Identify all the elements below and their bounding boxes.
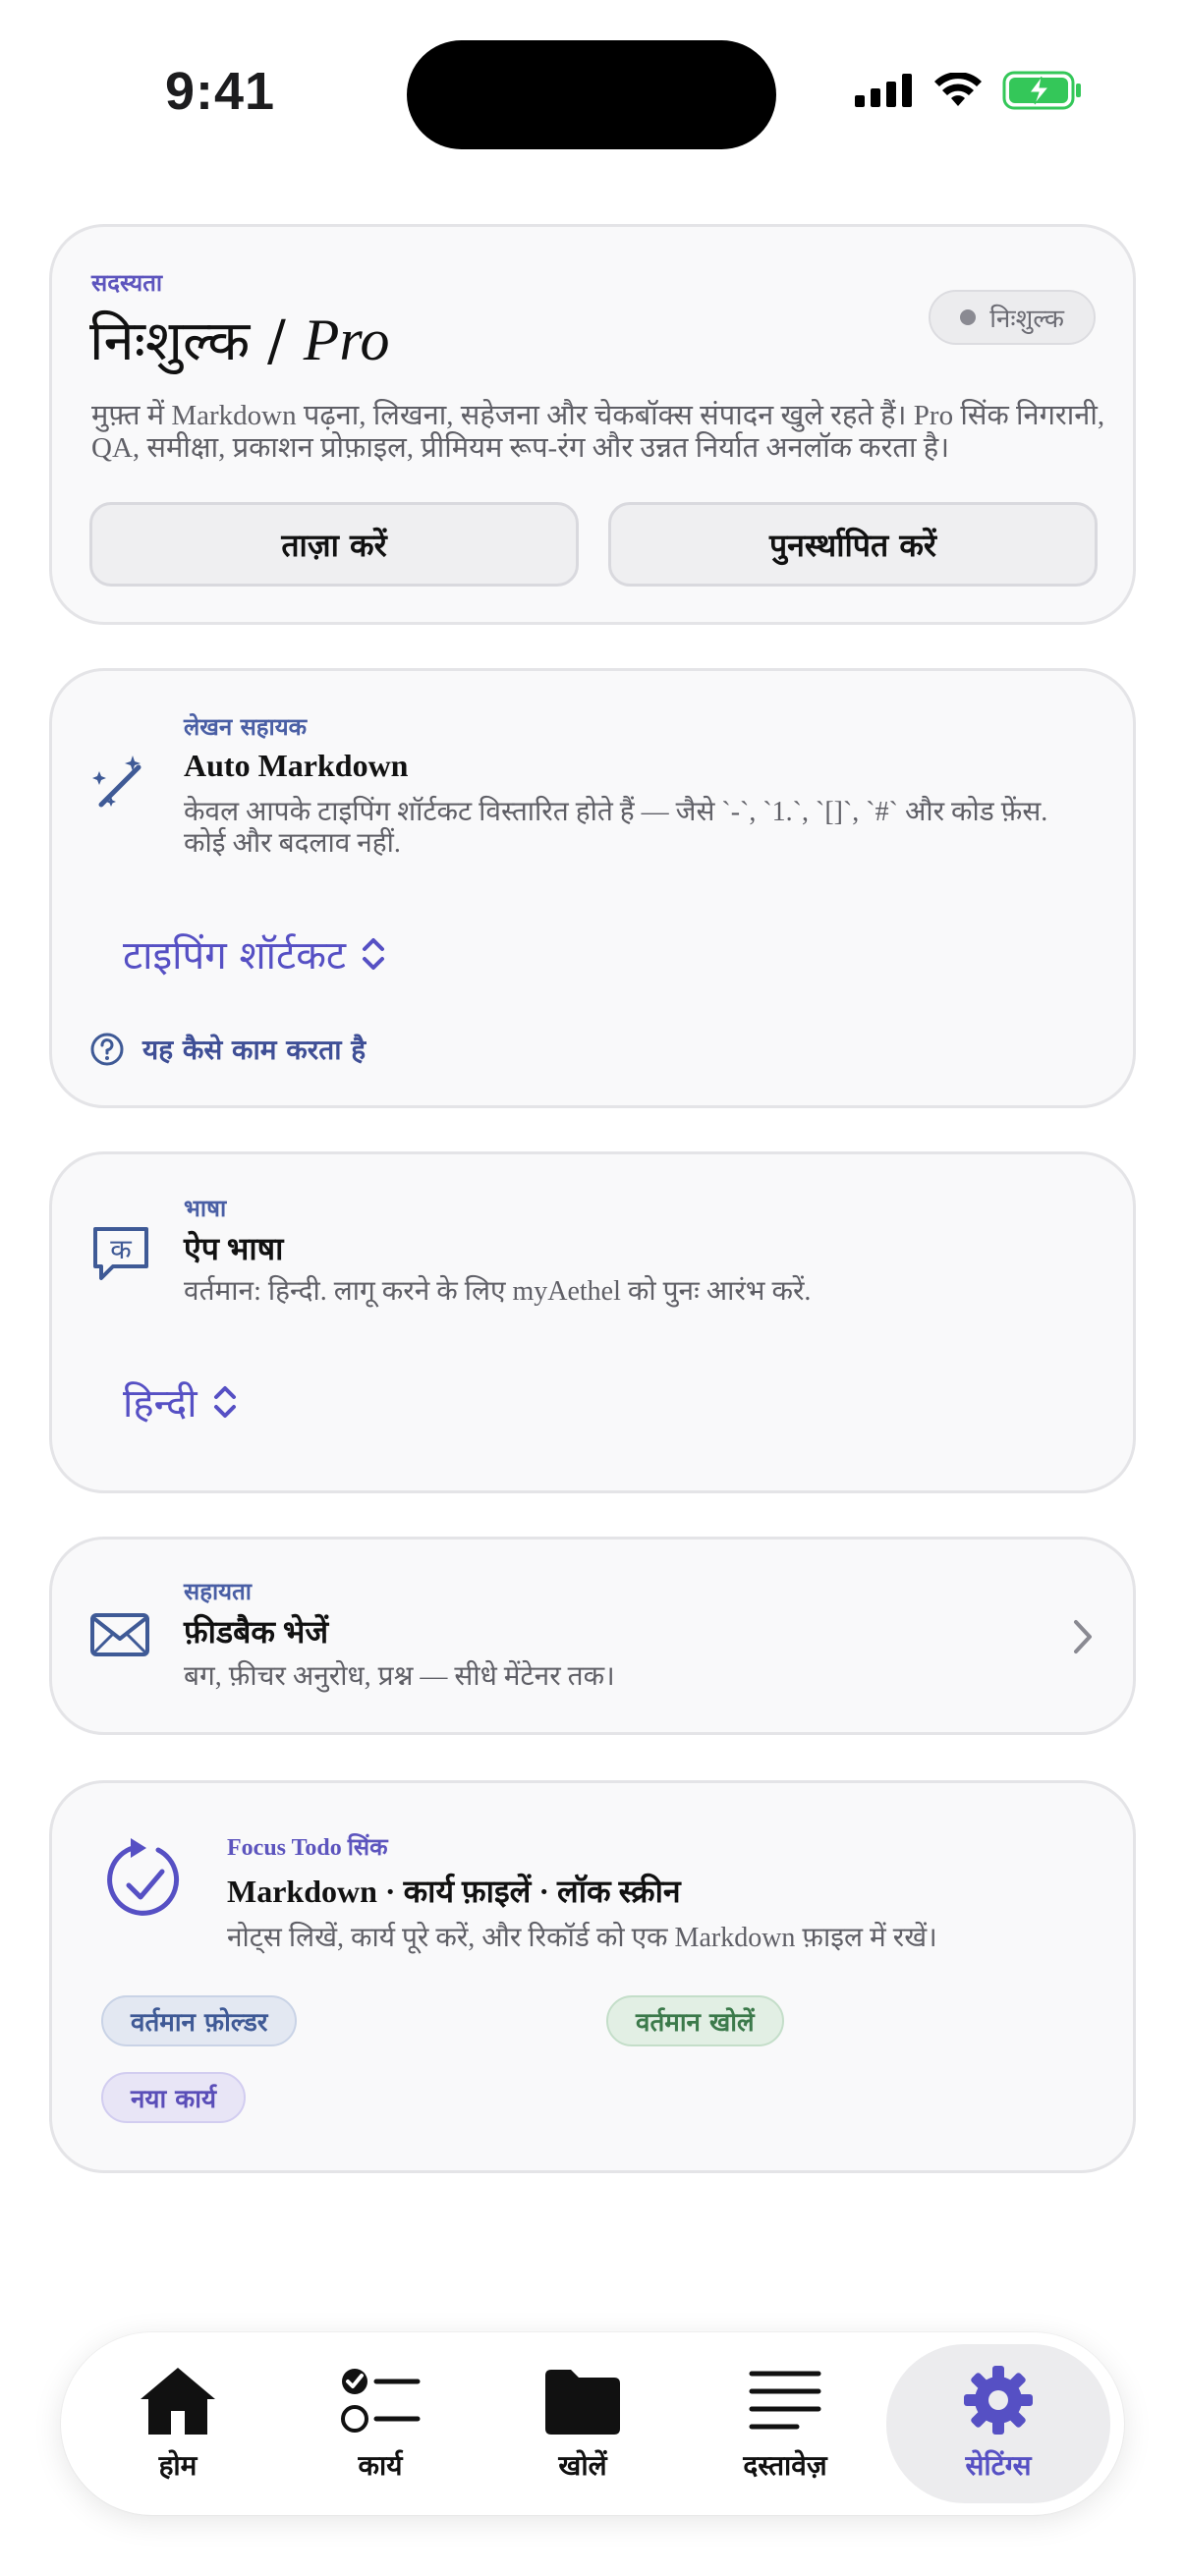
- envelope-icon: [90, 1613, 149, 1656]
- help-eyebrow: सहायता: [184, 1578, 252, 1605]
- language-icon-glyph: क: [110, 1233, 132, 1265]
- language-picker[interactable]: हिन्दी: [123, 1374, 239, 1428]
- chevron-up-down-icon: [213, 1385, 236, 1418]
- tab-documents[interactable]: दस्तावेज़: [684, 2332, 886, 2515]
- feedback-title: फ़ीडबैक भेजें: [184, 1614, 329, 1650]
- wifi-icon: [934, 73, 982, 106]
- status-icons: [855, 71, 1083, 110]
- tab-open-label: खोलें: [558, 2449, 607, 2482]
- subscription-eyebrow: सदस्यता: [91, 271, 163, 297]
- language-eyebrow: भाषा: [184, 1195, 227, 1222]
- status-bar: 9:41: [0, 0, 1185, 167]
- writing-description: केवल आपके टाइपिंग शॉर्टकट विस्तारित होते…: [184, 797, 1048, 859]
- question-circle-icon: [90, 1033, 124, 1066]
- feedback-description: बग, फ़ीचर अनुरोध, प्रश्न — सीधे मेंटेनर …: [184, 1661, 615, 1692]
- restore-purchases-button[interactable]: पुनर्स्थापित करें: [608, 502, 1098, 587]
- tab-home[interactable]: होम: [77, 2332, 279, 2515]
- chevron-right-icon: [1074, 1620, 1092, 1653]
- subscription-title: निःशुल्क / Pro: [89, 302, 390, 376]
- tab-documents-label: दस्तावेज़: [743, 2449, 827, 2482]
- folder-icon: [545, 2370, 620, 2435]
- tab-home-label: होम: [158, 2449, 198, 2482]
- status-time: 9:41: [165, 62, 276, 121]
- house-icon: [141, 2368, 215, 2435]
- checklist-icon: [341, 2369, 421, 2433]
- language-title: ऐप भाषा: [184, 1231, 284, 1266]
- tab-settings-label: सेटिंग्स: [965, 2449, 1032, 2482]
- current-folder-chip[interactable]: वर्तमान फ़ोल्डर: [101, 1995, 298, 2046]
- subscription-description: मुफ़्त में Markdown पढ़ना, लिखना, सहेजना…: [91, 400, 1105, 464]
- subscription-title-plan: निःशुल्क /: [89, 309, 304, 373]
- language-picker-value: हिन्दी: [123, 1381, 198, 1427]
- battery-icon: [1002, 71, 1081, 110]
- focus-todo-sync-card: Focus Todo सिंक Markdown · कार्य फ़ाइलें…: [49, 1780, 1136, 2173]
- open-current-chip[interactable]: वर्तमान खोलें: [606, 1995, 784, 2046]
- tab-open[interactable]: खोलें: [481, 2332, 684, 2515]
- signal-icon: [855, 74, 912, 107]
- language-description: वर्तमान: हिन्दी. लागू करने के लिए myAeth…: [184, 1276, 812, 1307]
- tab-tasks[interactable]: कार्य: [279, 2332, 481, 2515]
- sync-check-icon: [107, 1838, 180, 1916]
- plan-status-badge: निःशुल्क: [929, 290, 1096, 345]
- writing-eyebrow: लेखन सहायक: [184, 713, 308, 741]
- typing-shortcut-picker[interactable]: टाइपिंग शॉर्टकट: [123, 926, 387, 980]
- focus-sync-title: Markdown · कार्य फ़ाइलें · लॉक स्क्रीन: [227, 1874, 681, 1909]
- new-task-chip[interactable]: नया कार्य: [101, 2072, 247, 2123]
- language-card: क भाषा ऐप भाषा वर्तमान: हिन्दी. लागू करन…: [49, 1151, 1136, 1493]
- chevron-up-down-icon: [363, 937, 385, 970]
- how-it-works-link[interactable]: यह कैसे काम करता है: [89, 1031, 366, 1068]
- how-it-works-label: यह कैसे काम करता है: [142, 1034, 367, 1066]
- tab-bar: होम कार्य खोलें दस्तावेज़ सेटिंग्स: [61, 2332, 1124, 2515]
- tab-settings[interactable]: सेटिंग्स: [886, 2344, 1110, 2503]
- gear-icon: [964, 2366, 1033, 2435]
- refresh-button[interactable]: ताज़ा करें: [89, 502, 579, 587]
- focus-sync-eyebrow: Focus Todo सिंक: [227, 1835, 388, 1861]
- language-bubble-icon: क: [93, 1227, 148, 1280]
- magic-wand-icon: [92, 756, 141, 808]
- send-feedback-row[interactable]: सहायता फ़ीडबैक भेजें बग, फ़ीचर अनुरोध, प…: [49, 1537, 1136, 1735]
- writing-assistant-card: लेखन सहायक Auto Markdown केवल आपके टाइपि…: [49, 668, 1136, 1108]
- status-dot-icon: [960, 309, 977, 325]
- typing-shortcut-picker-value: टाइपिंग शॉर्टकट: [123, 933, 347, 979]
- lines-icon: [749, 2371, 821, 2430]
- writing-title: Auto Markdown: [184, 748, 409, 783]
- plan-status-label: निःशुल्क: [989, 305, 1064, 334]
- dynamic-island: [407, 40, 776, 149]
- tab-tasks-label: कार्य: [358, 2449, 403, 2482]
- focus-sync-description: नोट्स लिखें, कार्य पूरे करें, और रिकॉर्ड…: [227, 1923, 937, 1953]
- subscription-title-pro: Pro: [303, 308, 390, 372]
- subscription-card: सदस्यता निःशुल्क / Pro निःशुल्क मुफ़्त म…: [49, 224, 1136, 625]
